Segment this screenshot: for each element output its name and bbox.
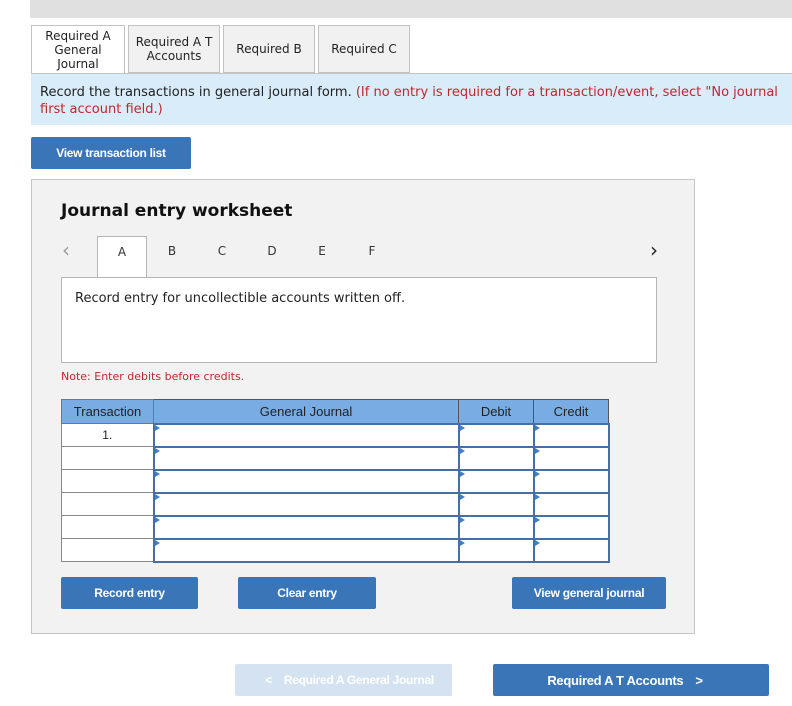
tab-required-a-t-accounts[interactable]: Required A T Accounts — [128, 25, 220, 73]
header-transaction: Transaction — [61, 399, 154, 424]
worksheet-title: Journal entry worksheet — [61, 201, 293, 221]
entry-tab-a[interactable]: A — [97, 236, 147, 278]
transaction-cell — [61, 538, 154, 562]
tab-label-line: Required B — [236, 42, 302, 56]
account-field[interactable] — [152, 491, 460, 517]
table-row — [61, 445, 610, 471]
entry-tab-d[interactable]: D — [247, 236, 297, 277]
debit-field[interactable] — [457, 514, 535, 540]
transaction-cell: 1. — [61, 423, 154, 447]
journal-table: Transaction General Journal Debit Credit… — [61, 399, 610, 563]
tab-required-c[interactable]: Required C — [318, 25, 410, 73]
entry-description-text: Record entry for uncollectible accounts … — [75, 291, 406, 306]
clear-entry-button[interactable]: Clear entry — [238, 577, 376, 609]
credit-field[interactable] — [532, 422, 610, 448]
table-header-row: Transaction General Journal Debit Credit — [61, 399, 609, 424]
transaction-cell — [61, 446, 154, 470]
credit-field[interactable] — [532, 468, 610, 494]
debit-field[interactable] — [457, 422, 535, 448]
table-row — [61, 468, 610, 494]
debits-note: Note: Enter debits before credits. — [61, 370, 245, 383]
credit-field[interactable] — [532, 537, 610, 563]
tab-label-line: Required A — [45, 28, 111, 43]
transaction-cell — [61, 469, 154, 493]
tab-label-line: Required C — [331, 42, 397, 56]
instruction-text: Record the transactions in general journ… — [40, 85, 352, 100]
tab-required-a-general-journal[interactable]: Required A General Journal — [31, 25, 125, 74]
view-transaction-list-button[interactable]: View transaction list — [31, 137, 191, 169]
tab-label-line: Required A T — [135, 35, 213, 49]
prev-requirement-label: Required A General Journal — [283, 673, 434, 687]
entry-tab-b[interactable]: B — [147, 236, 197, 277]
next-requirement-label: Required A T Accounts — [547, 672, 684, 688]
instruction-note-line1: (If no entry is required for a transacti… — [355, 85, 778, 100]
chevron-right-icon[interactable]: › — [650, 238, 658, 262]
debit-field[interactable] — [457, 445, 535, 471]
entry-tabs: A B C D E F — [97, 236, 397, 278]
credit-field[interactable] — [532, 491, 610, 517]
tab-label-line: Journal — [57, 56, 99, 71]
view-general-journal-button[interactable]: View general journal — [512, 577, 666, 609]
entry-tab-e[interactable]: E — [297, 236, 347, 277]
journal-entry-worksheet: Journal entry worksheet ‹ A B C D E F › … — [31, 179, 695, 634]
next-requirement-button[interactable]: Required A T Accounts > — [493, 664, 769, 696]
entry-tab-f[interactable]: F — [347, 236, 397, 277]
instruction-banner: Record the transactions in general journ… — [31, 73, 792, 125]
tab-label-line: Accounts — [146, 49, 202, 63]
header-general-journal: General Journal — [153, 399, 459, 424]
chevron-right-icon: > — [695, 672, 703, 688]
debit-field[interactable] — [457, 491, 535, 517]
chevron-left-icon[interactable]: ‹ — [62, 238, 70, 262]
record-entry-button[interactable]: Record entry — [61, 577, 198, 609]
transaction-cell — [61, 492, 154, 516]
account-field[interactable] — [152, 537, 460, 563]
requirement-tabs: Required A General Journal Required A T Acc… — [31, 25, 413, 74]
entry-description: Record entry for uncollectible accounts … — [61, 277, 657, 363]
account-field[interactable] — [152, 514, 460, 540]
table-row — [61, 514, 610, 540]
account-field[interactable] — [152, 422, 460, 448]
prev-requirement-button[interactable]: < Required A General Journal — [235, 664, 452, 696]
transaction-cell — [61, 515, 154, 539]
header-credit: Credit — [533, 399, 609, 424]
table-row — [61, 537, 610, 563]
table-row — [61, 491, 610, 517]
tab-required-b[interactable]: Required B — [223, 25, 315, 73]
account-field[interactable] — [152, 445, 460, 471]
credit-field[interactable] — [532, 514, 610, 540]
table-row: 1. — [61, 422, 610, 448]
chevron-left-icon: < — [265, 673, 272, 687]
account-field[interactable] — [152, 468, 460, 494]
credit-field[interactable] — [532, 445, 610, 471]
tab-label-line: General — [54, 42, 102, 57]
header-debit: Debit — [458, 399, 534, 424]
debit-field[interactable] — [457, 537, 535, 563]
entry-tab-c[interactable]: C — [197, 236, 247, 277]
top-bar — [30, 0, 792, 18]
debit-field[interactable] — [457, 468, 535, 494]
instruction-note-line2: first account field.) — [40, 102, 163, 117]
